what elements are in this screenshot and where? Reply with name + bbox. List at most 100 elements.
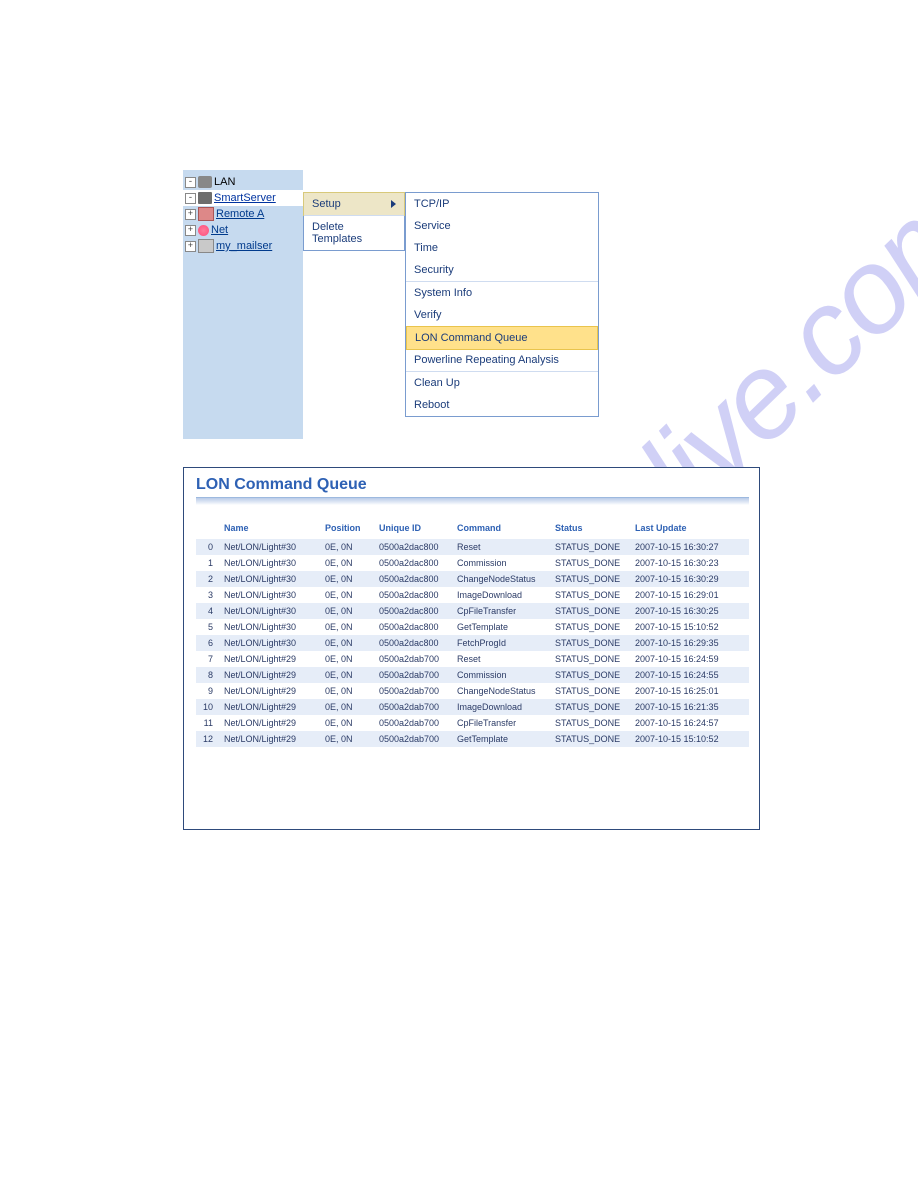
collapse-icon[interactable]: -	[185, 177, 196, 188]
menu-label: Reboot	[414, 399, 449, 411]
context-menu-level1: Setup Delete Templates	[303, 192, 405, 251]
cell-position: 0E, 0N	[322, 699, 376, 715]
table-row: 7Net/LON/Light#290E, 0N0500a2dab700Reset…	[196, 651, 749, 667]
menu-item-setup[interactable]: Setup	[303, 192, 405, 216]
tree-row-remote[interactable]: + Remote A	[183, 206, 303, 222]
cell-status: STATUS_DONE	[552, 555, 632, 571]
cell-status: STATUS_DONE	[552, 731, 632, 747]
menu-item-security[interactable]: Security	[406, 259, 598, 281]
col-header-unique-id[interactable]: Unique ID	[376, 519, 454, 539]
menu-item-reboot[interactable]: Reboot	[406, 394, 598, 416]
cell-name: Net/LON/Light#30	[221, 619, 322, 635]
cell-index: 1	[196, 555, 221, 571]
menu-label-setup: Setup	[312, 198, 341, 210]
tree-link-remote[interactable]: Remote A	[216, 208, 264, 220]
cell-last-update: 2007-10-15 16:30:23	[632, 555, 749, 571]
cell-last-update: 2007-10-15 16:29:35	[632, 635, 749, 651]
col-header-index[interactable]	[196, 519, 221, 539]
cell-last-update: 2007-10-15 16:29:01	[632, 587, 749, 603]
cell-unique-id: 0500a2dac800	[376, 539, 454, 555]
cell-name: Net/LON/Light#30	[221, 571, 322, 587]
tree-link-mailserver[interactable]: my_mailser	[216, 240, 272, 252]
col-header-status[interactable]: Status	[552, 519, 632, 539]
menu-item-delete-templates[interactable]: Delete Templates	[304, 216, 404, 250]
panel-title: LON Command Queue	[196, 476, 749, 494]
col-header-last-update[interactable]: Last Update	[632, 519, 749, 539]
col-header-position[interactable]: Position	[322, 519, 376, 539]
lan-icon	[198, 176, 212, 188]
collapse-icon[interactable]: -	[185, 193, 196, 204]
cell-command: FetchProgId	[454, 635, 552, 651]
menu-item-powerline[interactable]: Powerline Repeating Analysis	[406, 349, 598, 371]
table-row: 8Net/LON/Light#290E, 0N0500a2dab700Commi…	[196, 667, 749, 683]
menu-item-service[interactable]: Service	[406, 215, 598, 237]
menu-label: Clean Up	[414, 377, 460, 389]
cell-position: 0E, 0N	[322, 635, 376, 651]
cell-command: Reset	[454, 651, 552, 667]
cell-status: STATUS_DONE	[552, 619, 632, 635]
cell-position: 0E, 0N	[322, 555, 376, 571]
tree-row-net[interactable]: + Net	[183, 222, 303, 238]
cell-name: Net/LON/Light#30	[221, 635, 322, 651]
expand-icon[interactable]: +	[185, 209, 196, 220]
navigation-tree-pane: - LAN - SmartServer + Remote A + Net +	[183, 170, 303, 439]
cell-unique-id: 0500a2dac800	[376, 603, 454, 619]
table-row: 2Net/LON/Light#300E, 0N0500a2dac800Chang…	[196, 571, 749, 587]
net-icon	[198, 225, 209, 236]
cell-position: 0E, 0N	[322, 683, 376, 699]
cell-index: 7	[196, 651, 221, 667]
cell-last-update: 2007-10-15 16:24:59	[632, 651, 749, 667]
cell-name: Net/LON/Light#29	[221, 715, 322, 731]
menu-label: Time	[414, 242, 438, 254]
menu-item-cleanup[interactable]: Clean Up	[406, 372, 598, 394]
cell-command: ChangeNodeStatus	[454, 683, 552, 699]
cell-name: Net/LON/Light#29	[221, 683, 322, 699]
cell-unique-id: 0500a2dac800	[376, 555, 454, 571]
cell-status: STATUS_DONE	[552, 603, 632, 619]
cell-index: 6	[196, 635, 221, 651]
tree-row-lan[interactable]: - LAN	[183, 174, 303, 190]
col-header-command[interactable]: Command	[454, 519, 552, 539]
cell-index: 12	[196, 731, 221, 747]
cell-name: Net/LON/Light#29	[221, 731, 322, 747]
tree-link-net[interactable]: Net	[211, 224, 228, 236]
table-row: 1Net/LON/Light#300E, 0N0500a2dac800Commi…	[196, 555, 749, 571]
cell-command: GetTemplate	[454, 731, 552, 747]
cell-status: STATUS_DONE	[552, 715, 632, 731]
menu-item-system-info[interactable]: System Info	[406, 282, 598, 304]
cell-status: STATUS_DONE	[552, 587, 632, 603]
lon-command-queue-panel: LON Command Queue Name Position Unique I…	[183, 467, 760, 830]
tree-row-mailserver[interactable]: + my_mailser	[183, 238, 303, 254]
cell-name: Net/LON/Light#29	[221, 667, 322, 683]
cell-last-update: 2007-10-15 16:30:25	[632, 603, 749, 619]
menu-item-verify[interactable]: Verify	[406, 304, 598, 326]
cell-status: STATUS_DONE	[552, 667, 632, 683]
col-header-name[interactable]: Name	[221, 519, 322, 539]
cell-unique-id: 0500a2dab700	[376, 651, 454, 667]
cell-last-update: 2007-10-15 16:25:01	[632, 683, 749, 699]
table-header-row: Name Position Unique ID Command Status L…	[196, 519, 749, 539]
menu-label: TCP/IP	[414, 198, 449, 210]
cell-name: Net/LON/Light#30	[221, 555, 322, 571]
cell-index: 9	[196, 683, 221, 699]
cell-index: 3	[196, 587, 221, 603]
table-row: 9Net/LON/Light#290E, 0N0500a2dab700Chang…	[196, 683, 749, 699]
menu-label: Verify	[414, 309, 442, 321]
cell-position: 0E, 0N	[322, 603, 376, 619]
cell-command: GetTemplate	[454, 619, 552, 635]
tree-link-smartserver[interactable]: SmartServer	[214, 192, 276, 204]
expand-icon[interactable]: +	[185, 241, 196, 252]
tree-row-smartserver[interactable]: - SmartServer	[183, 190, 303, 206]
cell-name: Net/LON/Light#29	[221, 699, 322, 715]
cell-index: 0	[196, 539, 221, 555]
menu-item-tcpip[interactable]: TCP/IP	[406, 193, 598, 215]
cell-command: ImageDownload	[454, 587, 552, 603]
context-menu-level2: TCP/IP Service Time Security System Info…	[405, 192, 599, 417]
menu-item-time[interactable]: Time	[406, 237, 598, 259]
cell-command: CpFileTransfer	[454, 603, 552, 619]
cell-position: 0E, 0N	[322, 571, 376, 587]
table-row: 11Net/LON/Light#290E, 0N0500a2dab700CpFi…	[196, 715, 749, 731]
menu-item-lon-command-queue[interactable]: LON Command Queue	[406, 326, 598, 350]
cell-unique-id: 0500a2dac800	[376, 587, 454, 603]
expand-icon[interactable]: +	[185, 225, 196, 236]
